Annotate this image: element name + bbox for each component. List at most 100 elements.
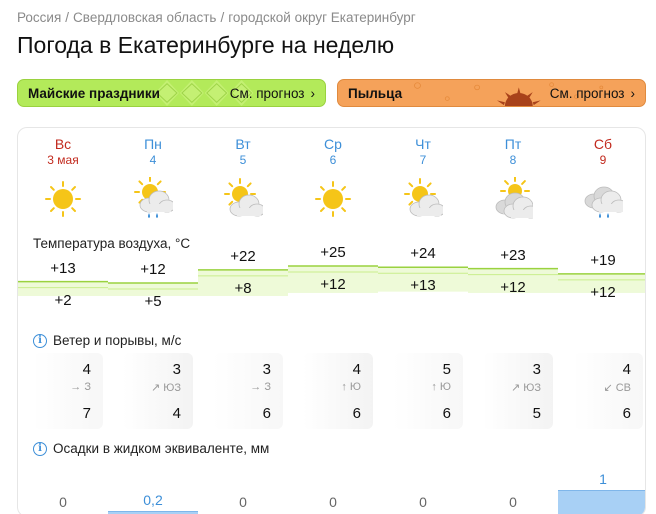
promo-title: Майские праздники: [28, 85, 160, 101]
day-date: 6: [329, 153, 337, 167]
precip-value: 0: [419, 494, 427, 510]
breadcrumb-separator: /: [65, 10, 70, 25]
day-name: Пн: [144, 136, 162, 152]
day-date: 3 мая: [47, 153, 79, 167]
wind-speed: 3: [172, 361, 181, 378]
temp-max: +22: [230, 247, 256, 265]
breadcrumb-item-country[interactable]: Россия: [17, 10, 61, 25]
temp-min: +12: [320, 276, 346, 293]
temperature-title-label: Температура воздуха, °C: [33, 236, 191, 251]
wind-speed: 5: [442, 361, 451, 378]
temp-max: +12: [140, 260, 166, 278]
day-name: Пт: [504, 136, 522, 152]
wind-cell: 3 → З 6: [213, 353, 283, 429]
day-header[interactable]: Чт 7: [378, 136, 468, 167]
temp-max: +13: [50, 259, 76, 277]
wind-direction: ↑ Ю: [341, 381, 361, 393]
precip-value: 0,2: [143, 492, 163, 508]
temp-max: +25: [320, 244, 346, 261]
wind-direction: ↑ Ю: [431, 381, 451, 393]
breadcrumb-separator: /: [220, 10, 225, 25]
promo-pollen[interactable]: Пыльца См. прогноз ›: [337, 79, 646, 107]
wind-speed: 3: [532, 361, 541, 378]
wind-gust: 5: [532, 405, 541, 422]
day-header[interactable]: Вс 3 мая: [18, 136, 108, 167]
day-date: 9: [599, 153, 607, 167]
chevron-right-icon: ›: [310, 85, 316, 101]
breadcrumb-item-region[interactable]: Свердловская область: [73, 10, 216, 25]
precip-value: 0: [509, 494, 517, 510]
wind-cell: 4 ↙ СВ 6: [573, 353, 643, 429]
wind-speed: 4: [352, 361, 361, 378]
info-icon[interactable]: i: [33, 333, 47, 348]
day-header[interactable]: Вт 5: [198, 136, 288, 167]
wind-cell: 5 ↑ Ю 6: [393, 353, 463, 429]
temp-min: +13: [410, 277, 436, 295]
sun-icon: [313, 177, 353, 221]
temperature-section-title: Температура воздуха, °C: [33, 236, 190, 251]
precip-bar: [558, 490, 645, 514]
promo-link-label: См. прогноз: [229, 85, 305, 101]
precip-value: 0: [329, 494, 337, 510]
breadcrumb-item-district[interactable]: городской округ Екатеринбург: [228, 10, 415, 25]
wind-gust: 6: [262, 405, 271, 422]
wind-direction: ↗ ЮЗ: [150, 382, 181, 394]
day-name: Сб: [593, 136, 613, 152]
wind-gust: 6: [622, 405, 631, 422]
wind-speed: 4: [622, 361, 631, 378]
info-icon[interactable]: i: [33, 441, 47, 456]
temp-min: +2: [54, 291, 72, 309]
day-header[interactable]: Пт 8: [468, 136, 558, 167]
partly-cloudy-icon: [223, 177, 266, 221]
wind-gust: 6: [352, 405, 361, 422]
weekly-forecast-card: Вс 3 мая Пн 4 Вт 5 Ср 6 Чт 7 Пт 8 Сб 9 Температура во…: [17, 127, 646, 514]
wind-cell: 3 ↗ ЮЗ 5: [483, 353, 553, 429]
partly-cloudy-rain-icon: [133, 176, 176, 221]
promo-link[interactable]: См. прогноз ›: [230, 86, 315, 101]
wind-speed: 4: [82, 361, 91, 378]
precip-value: 0: [239, 494, 247, 510]
day-header[interactable]: Ср 6: [288, 136, 378, 167]
promo-link-label: См. прогноз: [549, 85, 625, 101]
temp-max: +24: [410, 245, 436, 263]
day-name: Вс: [54, 136, 72, 152]
chevron-right-icon: ›: [630, 85, 636, 101]
promo-title: Пыльца: [348, 85, 403, 101]
day-header[interactable]: Пн 4: [108, 136, 198, 167]
day-name: Ср: [324, 136, 342, 152]
day-name: Чт: [415, 136, 431, 152]
wind-gust: 7: [82, 405, 91, 422]
cloudy-icon: [493, 176, 540, 221]
day-date: 4: [149, 153, 157, 167]
wind-gust: 4: [172, 405, 181, 422]
promo-link[interactable]: См. прогноз ›: [550, 86, 635, 101]
temp-min: +12: [500, 278, 526, 296]
promo-may-holidays[interactable]: Майские праздники См. прогноз ›: [17, 79, 326, 107]
day-date: 7: [419, 153, 427, 167]
wind-cell: 3 ↗ ЮЗ 4: [123, 353, 193, 429]
breadcrumb: Россия / Свердловская область / городской ок…: [17, 10, 416, 25]
wind-cell: 4 ↑ Ю 6: [303, 353, 373, 429]
day-name: Вт: [235, 136, 251, 152]
wind-gust: 6: [442, 405, 451, 422]
wind-section-title: i Ветер и порывы, м/с: [33, 333, 181, 348]
temp-min: +12: [590, 283, 616, 301]
sun-icon: [43, 177, 83, 221]
wind-direction: → З: [70, 381, 91, 393]
day-date: 8: [509, 153, 517, 167]
temp-min: +8: [234, 279, 252, 297]
wind-speed: 3: [262, 361, 271, 378]
temp-min: +5: [144, 292, 162, 310]
temp-max: +19: [590, 251, 616, 269]
page-title: Погода в Екатеринбурге на неделю: [17, 32, 395, 58]
wind-direction: ↗ ЮЗ: [510, 382, 541, 394]
partly-cloudy-icon: [403, 177, 446, 221]
precip-value: 0: [59, 494, 67, 510]
temp-max: +23: [500, 246, 526, 264]
wind-cell: 4 → З 7: [33, 353, 103, 429]
wind-direction: ↙ СВ: [603, 382, 631, 394]
precip-value: 1: [599, 471, 607, 487]
precip-title-label: Осадки в жидком эквиваленте, мм: [53, 441, 270, 456]
day-header[interactable]: Сб 9: [558, 136, 645, 167]
wind-direction: → З: [250, 381, 271, 393]
